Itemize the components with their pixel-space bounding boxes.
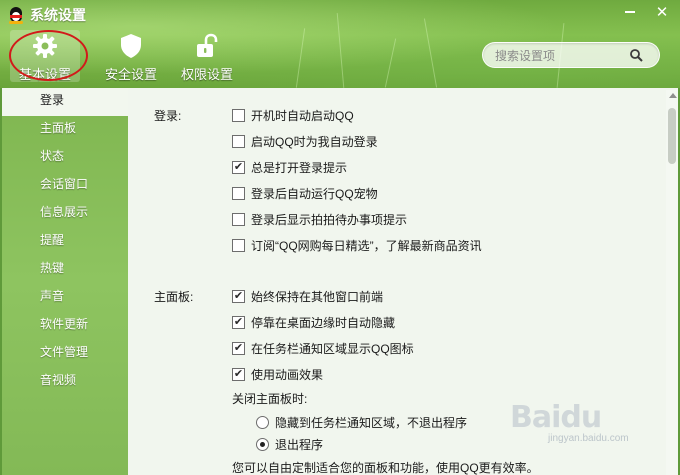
sidebar-item-main-panel[interactable]: 主面板 — [2, 116, 128, 144]
sidebar-item-sound[interactable]: 声音 — [2, 284, 128, 312]
checkbox[interactable] — [232, 134, 245, 148]
gear-icon — [33, 34, 57, 58]
close-option-hide-to-tray[interactable]: 隐藏到任务栏通知区域，不退出程序 — [256, 414, 467, 430]
option-label: 登录后自动运行QQ宠物 — [251, 186, 378, 201]
checkbox[interactable]: ✔ — [232, 160, 245, 174]
minimize-button[interactable] — [618, 3, 642, 21]
option-label: 订阅“QQ网购每日精选”，了解最新商品资讯 — [251, 238, 482, 253]
close-option-exit[interactable]: 退出程序 — [256, 436, 323, 452]
radio-selected-dot — [260, 441, 265, 447]
panel-footer-note: 您可以自由定制适合您的面板和功能，使用QQ更有效率。 — [232, 461, 539, 475]
sidebar-item-status[interactable]: 状态 — [2, 144, 128, 172]
checkbox[interactable]: ✔ — [232, 315, 245, 329]
minimize-icon — [625, 11, 635, 13]
close-panel-label: 关闭主面板时: — [232, 392, 308, 406]
search-input[interactable] — [495, 47, 625, 64]
checkbox[interactable] — [232, 186, 245, 200]
login-option-autologin[interactable]: 启动QQ时为我自动登录 — [232, 133, 378, 149]
tab-basic-settings[interactable]: 基本设置 — [10, 30, 80, 82]
option-label: 隐藏到任务栏通知区域，不退出程序 — [275, 415, 468, 430]
option-label: 登录后显示拍拍待办事项提示 — [251, 212, 408, 227]
option-label: 退出程序 — [275, 437, 324, 452]
watermark-logo: Baidu — [510, 400, 602, 435]
search-icon[interactable] — [629, 48, 644, 63]
sidebar-item-chat-window[interactable]: 会话窗口 — [2, 172, 128, 200]
tab-permission-label: 权限设置 — [180, 67, 233, 82]
settings-sidebar: 登录 主面板 状态 会话窗口 信息展示 提醒 热键 声音 软件更新 文件管理 音… — [2, 88, 128, 475]
sidebar-item-hotkeys[interactable]: 热键 — [2, 256, 128, 284]
option-label: 始终保持在其他窗口前端 — [251, 289, 384, 304]
qq-penguin-icon — [8, 6, 24, 24]
checkbox[interactable] — [232, 212, 245, 226]
login-option-subscribe[interactable]: 订阅“QQ网购每日精选”，了解最新商品资讯 — [232, 237, 482, 253]
panel-option-tray-icon[interactable]: ✔ 在任务栏通知区域显示QQ图标 — [232, 340, 414, 356]
main-panel-section-label: 主面板: — [154, 290, 194, 304]
option-label: 使用动画效果 — [251, 367, 324, 382]
baidu-watermark: Baidu jingyan.baidu.com — [510, 400, 660, 456]
sidebar-item-reminder[interactable]: 提醒 — [2, 228, 128, 256]
checkbox[interactable] — [232, 108, 245, 122]
checkbox[interactable] — [232, 238, 245, 252]
login-option-paipai-todo[interactable]: 登录后显示拍拍待办事项提示 — [232, 211, 407, 227]
window-title: 系统设置 — [30, 7, 86, 23]
option-label: 停靠在桌面边缘时自动隐藏 — [251, 315, 396, 330]
login-option-autostart[interactable]: 开机时自动启动QQ — [232, 107, 354, 123]
option-label: 启动QQ时为我自动登录 — [251, 134, 378, 149]
close-icon: ✕ — [655, 3, 669, 21]
panel-option-always-on-top[interactable]: ✔ 始终保持在其他窗口前端 — [232, 288, 383, 304]
option-label: 开机时自动启动QQ — [251, 108, 354, 123]
tab-permission-settings[interactable]: 权限设置 — [172, 30, 242, 82]
radio-button[interactable] — [256, 437, 269, 451]
login-option-show-tips[interactable]: ✔ 总是打开登录提示 — [232, 159, 347, 175]
option-label: 总是打开登录提示 — [251, 160, 348, 175]
scroll-up-arrow-icon[interactable] — [669, 93, 677, 98]
login-option-qq-pet[interactable]: 登录后自动运行QQ宠物 — [232, 185, 378, 201]
close-button[interactable]: ✕ — [650, 3, 674, 21]
sidebar-item-audio-video[interactable]: 音视频 — [2, 368, 128, 396]
sidebar-item-software-update[interactable]: 软件更新 — [2, 312, 128, 340]
tab-security-settings[interactable]: 安全设置 — [96, 30, 166, 82]
shield-icon — [121, 34, 141, 58]
unlock-icon — [197, 33, 218, 57]
sidebar-item-file-management[interactable]: 文件管理 — [2, 340, 128, 368]
panel-option-animation[interactable]: ✔ 使用动画效果 — [232, 366, 323, 382]
option-label: 在任务栏通知区域显示QQ图标 — [251, 341, 414, 356]
checkbox[interactable]: ✔ — [232, 289, 245, 303]
sidebar-item-login[interactable]: 登录 — [2, 88, 128, 116]
settings-search-box[interactable] — [482, 42, 660, 68]
checkbox[interactable]: ✔ — [232, 341, 245, 355]
watermark-sub: jingyan.baidu.com — [548, 433, 629, 444]
title-bar: 系统设置 — [8, 5, 86, 25]
checkbox[interactable]: ✔ — [232, 367, 245, 381]
sidebar-item-info-display[interactable]: 信息展示 — [2, 200, 128, 228]
tab-basic-label: 基本设置 — [18, 67, 71, 82]
radio-button[interactable] — [256, 415, 269, 429]
panel-option-auto-hide[interactable]: ✔ 停靠在桌面边缘时自动隐藏 — [232, 314, 395, 330]
scrollbar-thumb[interactable] — [668, 108, 676, 164]
tab-security-label: 安全设置 — [104, 67, 157, 82]
login-section-label: 登录: — [154, 109, 182, 123]
